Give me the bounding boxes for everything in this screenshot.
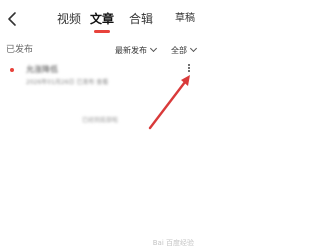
watermark: Bai 百度经验 (152, 239, 194, 247)
active-tab-indicator (94, 30, 110, 33)
article-title: 允涨降低 (26, 65, 58, 74)
tab-collections[interactable]: 合辑 (129, 12, 153, 26)
unread-dot (10, 68, 14, 72)
back-button[interactable] (6, 11, 20, 27)
drafts-button[interactable]: 草稿 (175, 13, 195, 25)
chevron-down-icon (189, 44, 198, 53)
top-bar: 视频 文章 合辑 草稿 (0, 0, 200, 38)
article-meta: 2026年01月26日 已发布 查看 (26, 79, 109, 86)
tab-articles[interactable]: 文章 (90, 12, 114, 26)
filter-dropdown[interactable]: 全部 (171, 44, 198, 56)
sort-label: 最新发布 (115, 46, 147, 55)
article-list-item[interactable]: 允涨降低 2026年01月26日 已发布 查看 (0, 58, 200, 104)
sort-dropdown[interactable]: 最新发布 (115, 44, 158, 56)
tab-videos[interactable]: 视频 (57, 12, 81, 26)
chevron-down-icon (149, 44, 158, 53)
more-vertical-icon (188, 64, 190, 66)
more-options-button[interactable] (186, 63, 192, 77)
chevron-left-icon (8, 12, 16, 26)
published-section-label: 已发布 (6, 45, 34, 55)
list-end-text: 已经到底部啦 (81, 117, 118, 124)
filter-label: 全部 (171, 46, 187, 55)
